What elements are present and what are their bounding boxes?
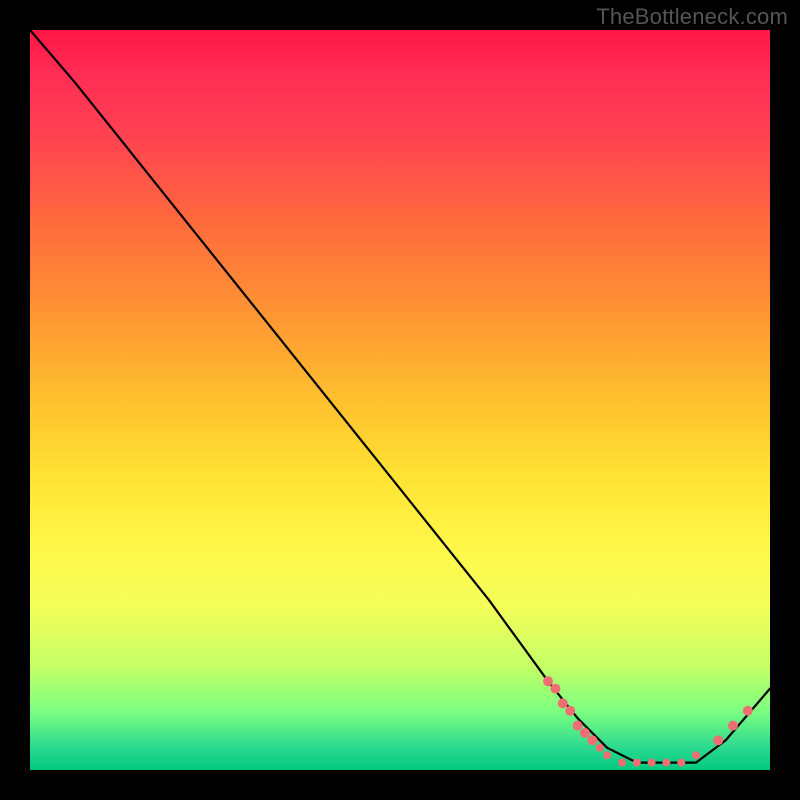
curve-marker — [662, 759, 670, 767]
curve-marker — [728, 721, 738, 731]
chart-frame: TheBottleneck.com — [0, 0, 800, 800]
curve-marker — [543, 676, 553, 686]
curve-marker — [587, 735, 597, 745]
curve-marker — [573, 721, 583, 731]
curve-markers — [543, 676, 753, 766]
curve-marker — [580, 728, 590, 738]
plot-area — [30, 30, 770, 770]
curve-marker — [565, 706, 575, 716]
curve-marker — [618, 759, 626, 767]
curve-marker — [713, 735, 723, 745]
watermark-text: TheBottleneck.com — [596, 4, 788, 30]
curve-marker — [558, 698, 568, 708]
curve-svg — [30, 30, 770, 770]
curve-marker — [596, 744, 604, 752]
curve-marker — [633, 759, 641, 767]
curve-marker — [550, 684, 560, 694]
curve-marker — [677, 759, 685, 767]
curve-marker — [648, 759, 656, 767]
curve-marker — [603, 751, 611, 759]
curve-marker — [692, 751, 700, 759]
bottleneck-curve — [30, 30, 770, 763]
curve-marker — [743, 706, 753, 716]
